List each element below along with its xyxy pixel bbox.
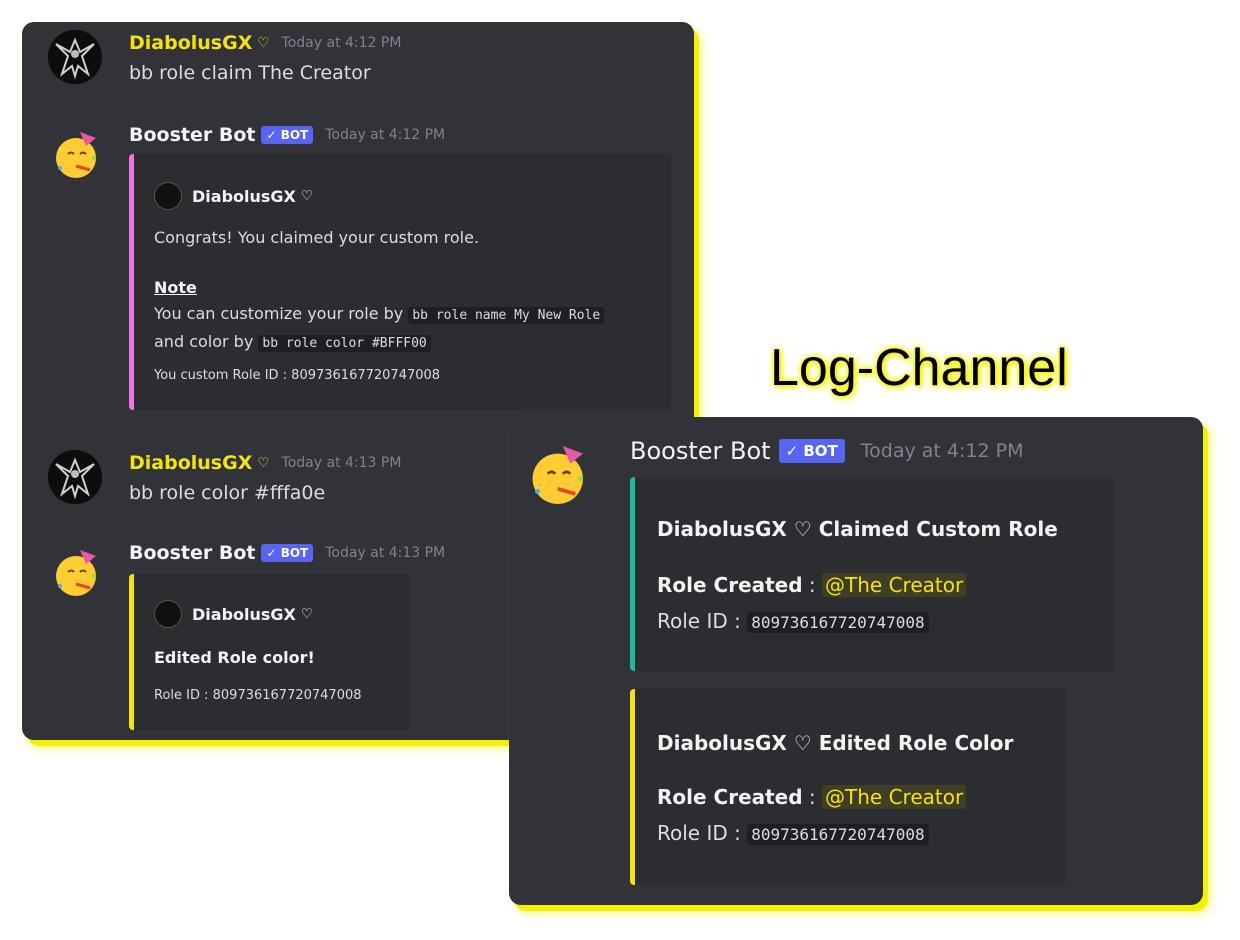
demon-avatar-icon bbox=[48, 450, 102, 504]
log-embed-id-row: Role ID : 809736167720747008 bbox=[657, 821, 929, 845]
message-text: bb role claim The Creator bbox=[129, 62, 371, 84]
embed-note-line-1: You can customize your role by bb role n… bbox=[154, 304, 605, 324]
message-bot-claim: Booster Bot ✓ BOT Today at 4:12 PM Diabo… bbox=[22, 120, 694, 420]
demon-avatar-icon bbox=[48, 30, 102, 84]
log-embed-title: DiabolusGX ♡ Claimed Custom Role bbox=[657, 517, 1058, 541]
bot-username[interactable]: Booster Bot bbox=[129, 124, 255, 146]
bot-username[interactable]: Booster Bot bbox=[630, 437, 771, 465]
log-embed-role-row: Role Created : @The Creator bbox=[657, 785, 967, 809]
bot-avatar[interactable] bbox=[50, 546, 104, 600]
timestamp: Today at 4:12 PM bbox=[860, 440, 1024, 462]
heart-icon: ♡ bbox=[300, 188, 314, 204]
embed-description: Congrats! You claimed your custom role. bbox=[154, 228, 480, 247]
embed-author-name[interactable]: DiabolusGX bbox=[192, 605, 296, 624]
log-embed-claimed: DiabolusGX ♡ Claimed Custom Role Role Cr… bbox=[630, 477, 1114, 671]
role-created-label: Role Created bbox=[657, 785, 803, 809]
timestamp: Today at 4:13 PM bbox=[281, 455, 402, 471]
party-face-icon bbox=[56, 550, 96, 596]
separator: : bbox=[802, 785, 823, 809]
role-mention[interactable]: @The Creator bbox=[822, 785, 967, 809]
log-embed-title: DiabolusGX ♡ Edited Role Color bbox=[657, 731, 1014, 755]
timestamp: Today at 4:12 PM bbox=[281, 35, 402, 51]
embed-footer: You custom Role ID : 809736167720747008 bbox=[154, 368, 441, 383]
color-embed: DiabolusGX ♡ Edited Role color! Role ID … bbox=[129, 574, 410, 730]
embed-title: Edited Role color! bbox=[154, 648, 315, 667]
bot-badge: ✓ BOT bbox=[778, 439, 845, 463]
party-face-icon bbox=[56, 132, 96, 178]
embed-author-name[interactable]: DiabolusGX bbox=[192, 187, 296, 206]
bot-avatar[interactable] bbox=[50, 128, 104, 182]
user-avatar[interactable] bbox=[48, 450, 102, 504]
role-created-label: Role Created bbox=[657, 573, 803, 597]
role-mention[interactable]: @The Creator bbox=[822, 573, 967, 597]
log-channel-label: Log-Channel bbox=[770, 339, 1068, 397]
timestamp: Today at 4:13 PM bbox=[325, 545, 446, 561]
code-color-command: bb role color #BFFF00 bbox=[258, 335, 431, 352]
heart-icon: ♡ bbox=[257, 455, 270, 471]
message-user-command-1: DiabolusGX ♡ Today at 4:12 PM bb role cl… bbox=[22, 22, 694, 102]
username[interactable]: DiabolusGX bbox=[129, 452, 252, 474]
bot-avatar[interactable] bbox=[525, 441, 593, 509]
role-id-label: Role ID : bbox=[657, 821, 748, 845]
log-embed-role-row: Role Created : @The Creator bbox=[657, 573, 967, 597]
bot-badge: ✓ BOT bbox=[261, 126, 314, 144]
user-avatar[interactable] bbox=[48, 30, 102, 84]
note-text: and color by bbox=[154, 332, 254, 351]
log-embed-id-row: Role ID : 809736167720747008 bbox=[657, 609, 929, 633]
claim-embed: DiabolusGX ♡ Congrats! You claimed your … bbox=[129, 154, 671, 410]
heart-icon: ♡ bbox=[300, 606, 314, 622]
message-text: bb role color #fffa0e bbox=[129, 482, 326, 504]
embed-author-avatar-icon bbox=[154, 182, 182, 210]
role-id-label: Role ID : bbox=[657, 609, 748, 633]
code-rename-command: bb role name My New Role bbox=[408, 307, 605, 324]
party-face-icon bbox=[532, 446, 583, 504]
embed-author-avatar-icon bbox=[154, 600, 182, 628]
embed-footer: Role ID : 809736167720747008 bbox=[154, 688, 362, 703]
heart-icon: ♡ bbox=[257, 35, 270, 51]
username[interactable]: DiabolusGX bbox=[129, 32, 252, 54]
timestamp: Today at 4:12 PM bbox=[325, 127, 446, 143]
log-channel-panel: Booster Bot ✓ BOT Today at 4:12 PM Diabo… bbox=[509, 417, 1203, 905]
separator: : bbox=[802, 573, 823, 597]
role-id-value: 809736167720747008 bbox=[747, 612, 929, 633]
bot-username[interactable]: Booster Bot bbox=[129, 542, 255, 564]
embed-note-line-2: and color by bb role color #BFFF00 bbox=[154, 332, 431, 352]
role-id-value: 809736167720747008 bbox=[747, 824, 929, 845]
bot-badge: ✓ BOT bbox=[261, 544, 314, 562]
embed-note-title: Note bbox=[154, 278, 197, 297]
log-embed-edited: DiabolusGX ♡ Edited Role Color Role Crea… bbox=[630, 689, 1066, 885]
note-text: You can customize your role by bbox=[154, 304, 404, 323]
